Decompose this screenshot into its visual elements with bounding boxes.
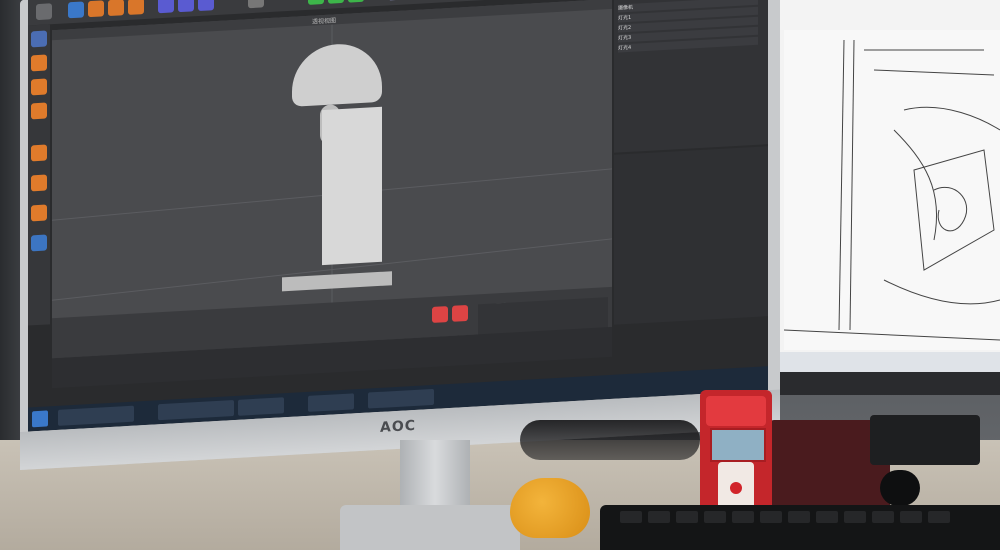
undo-icon[interactable] xyxy=(36,3,52,21)
start-icon[interactable] xyxy=(32,410,48,428)
keyboard-key xyxy=(732,511,754,523)
monitor-stand-base xyxy=(340,505,520,550)
cables xyxy=(520,420,700,460)
object-manager[interactable]: 摄像机 灯光1 灯光2 灯光3 灯光4 xyxy=(614,0,768,153)
device-window xyxy=(710,428,766,462)
select-icon[interactable] xyxy=(68,1,84,19)
keyboard-key xyxy=(704,511,726,523)
snap-icon[interactable] xyxy=(31,144,47,162)
model-lamp-body[interactable] xyxy=(322,106,382,266)
edges-mode-icon[interactable] xyxy=(31,78,47,96)
right-screen xyxy=(758,0,1000,372)
move-icon[interactable] xyxy=(88,0,104,18)
keyboard-key xyxy=(620,511,642,523)
z-axis-icon[interactable] xyxy=(198,0,214,12)
keyboard-key xyxy=(928,511,950,523)
keyboard-key xyxy=(872,511,894,523)
yellow-fruit xyxy=(510,478,590,538)
computer-mouse xyxy=(880,470,920,506)
points-mode-icon[interactable] xyxy=(31,54,47,72)
model-mode-icon[interactable] xyxy=(31,30,47,48)
workplane-icon[interactable] xyxy=(31,174,47,192)
keyboard-key xyxy=(676,511,698,523)
cube-icon[interactable] xyxy=(308,0,324,5)
autokey-icon[interactable] xyxy=(452,304,468,322)
keyboard-key xyxy=(648,511,670,523)
rotate-icon[interactable] xyxy=(128,0,144,15)
taskbar-app-browser[interactable] xyxy=(368,388,434,409)
attribute-manager[interactable] xyxy=(614,146,768,325)
keyboard-key xyxy=(816,511,838,523)
polygons-mode-icon[interactable] xyxy=(31,102,47,120)
main-screen: 透视视图 摄像机 灯光1 灯光2 灯光3 灯光4 xyxy=(28,0,768,432)
sketch-drawing xyxy=(783,39,1000,341)
keyboard-key xyxy=(788,511,810,523)
keyboard-key xyxy=(760,511,782,523)
right-monitor xyxy=(752,0,1000,395)
taskbar-app-c4d[interactable] xyxy=(58,405,134,426)
device-top xyxy=(706,396,766,426)
keyboard xyxy=(600,505,1000,550)
main-monitor: 透视视图 摄像机 灯光1 灯光2 灯光3 灯光4 AOC xyxy=(20,0,780,471)
taskbar-app-chat[interactable] xyxy=(308,393,354,412)
x-axis-icon[interactable] xyxy=(158,0,174,14)
nurbs-icon[interactable] xyxy=(348,0,364,3)
scale-icon[interactable] xyxy=(108,0,124,17)
taskbar-app-folder[interactable] xyxy=(238,397,284,416)
device-button xyxy=(730,482,742,494)
right-taskbar[interactable] xyxy=(758,352,1000,372)
sketch-canvas[interactable] xyxy=(783,30,1000,350)
spline-icon[interactable] xyxy=(328,0,344,4)
texture-mode-icon[interactable] xyxy=(31,234,47,252)
y-axis-icon[interactable] xyxy=(178,0,194,13)
keyboard-key xyxy=(900,511,922,523)
record-icon[interactable] xyxy=(432,306,448,323)
keyboard-key xyxy=(844,511,866,523)
render-icon[interactable] xyxy=(248,0,264,9)
taskbar-app-wechat[interactable] xyxy=(158,400,234,421)
right-monitor-bezel xyxy=(752,372,1000,395)
monitor-brand-logo: AOC xyxy=(380,417,417,436)
mode-sidebar[interactable] xyxy=(28,24,50,326)
router xyxy=(870,415,980,465)
axis-mode-icon[interactable] xyxy=(31,204,47,222)
